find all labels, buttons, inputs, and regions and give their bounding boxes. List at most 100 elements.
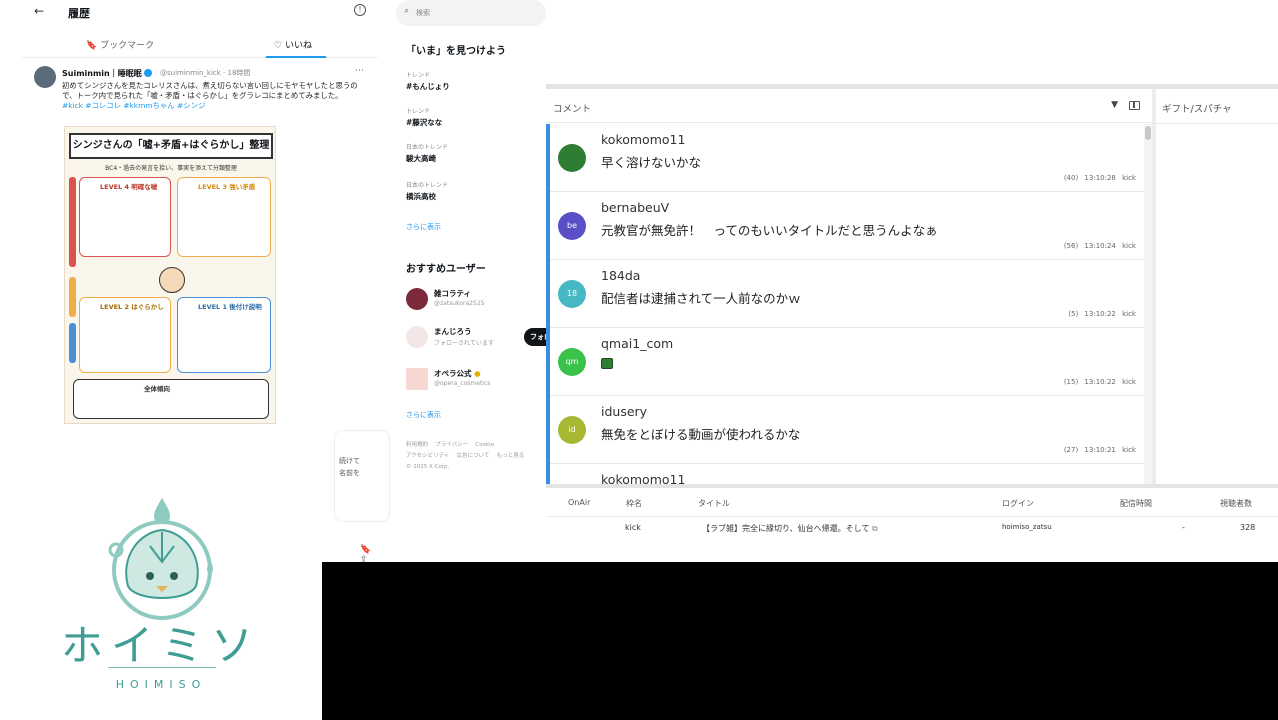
comment-user: bernabeuV [601, 200, 670, 215]
tab-bookmarks[interactable]: 🔖 ブックマーク [86, 38, 154, 51]
trend-item[interactable]: トレンド #藤沢なな [406, 106, 541, 128]
level-4-box: LEVEL 4 明確な嘘 [79, 177, 171, 257]
more-icon[interactable]: ⋯ [355, 66, 364, 76]
divider [1156, 123, 1278, 124]
level-2-box: LEVEL 2 はぐらかし [79, 297, 171, 373]
trends-title: 「いま」を見つけよう [406, 46, 506, 57]
comment-meta: (15) 13:10:22 kick [1063, 378, 1136, 386]
comment-user: idusery [601, 404, 648, 419]
recommended-user[interactable]: オペラ公式 ● @opera_cosmetics [406, 366, 546, 394]
trend-name: #もんじょり [406, 82, 450, 91]
footer-link[interactable]: もっと見る [497, 453, 525, 459]
copy-icon[interactable]: ⧉ [872, 524, 878, 533]
avatar[interactable] [406, 326, 428, 348]
emote-icon [601, 358, 613, 369]
hoimiso-logo: ホイミソ HOIMISO [0, 470, 322, 720]
search-input[interactable]: 検索 [416, 8, 430, 18]
logo-text-jp: ホイミソ [60, 621, 261, 670]
comment-item[interactable]: id idusery 無免をとぼける動画が使われるかな (27) 13:10:2… [550, 396, 1144, 464]
trend-name: #藤沢なな [406, 118, 443, 127]
comment-user: qmai1_com [601, 336, 674, 351]
column-header[interactable]: タイトル [698, 498, 730, 509]
trend-category: トレンド [406, 72, 431, 79]
comment-item[interactable]: kokomomo11 早く溶けないかな (40) 13:10:28 kick [550, 124, 1144, 192]
trend-name: 横浜高校 [406, 192, 436, 201]
column-header[interactable]: 枠名 [626, 498, 642, 509]
user-name: 雑コラティ [434, 289, 472, 298]
trend-item[interactable]: トレンド #もんじょり [406, 70, 541, 92]
bookmark-icon[interactable]: 🔖 [360, 545, 371, 555]
table-cell-login: hoimiso_zatsu [1002, 523, 1052, 531]
trend-category: トレンド [406, 108, 431, 115]
columns-icon[interactable] [1129, 101, 1140, 110]
tab-likes[interactable]: ♡ いいね [274, 38, 312, 51]
tweet-handle-time: @suiminmin_kick · 18時間 [160, 69, 251, 77]
search-box[interactable]: ⌕ 検索 [396, 0, 546, 26]
users-show-more-link[interactable]: さらに表示 [406, 410, 441, 420]
filter-icon[interactable]: ▼ [1111, 100, 1118, 110]
screen: ← 履歴 ! 🔖 ブックマーク ♡ いいね Suiminmin｜睡眠眠 @sui… [0, 0, 1278, 720]
footer-link[interactable]: アクセシビリティ [406, 453, 449, 459]
gift-panel: ギフト/スパチャ [1152, 89, 1278, 489]
trends-show-more-link[interactable]: さらに表示 [406, 222, 441, 232]
footer-link[interactable]: Cookie [475, 442, 494, 448]
avatar[interactable] [406, 368, 428, 390]
footer-link[interactable]: 広告について [457, 453, 490, 459]
arrow-left-icon[interactable]: ← [34, 4, 44, 18]
divider [546, 516, 1278, 517]
quoted-card[interactable]: 続けて 名前を [334, 430, 390, 522]
infographic-face-illustration [159, 267, 185, 293]
tweet-image-infographic[interactable]: シンジさんの「嘘+矛盾+はぐらかし」整理 BC4・過去の発言を拾い、事実を添えて… [64, 126, 276, 424]
footer-link[interactable]: 利用規約 [406, 442, 428, 448]
tweet-hashtags[interactable]: #kick #コレコレ #kkmmちゃん #シンジ [62, 101, 205, 110]
recommended-user[interactable]: まんじろう フォローされています フォロー [406, 324, 564, 352]
avatar[interactable] [34, 66, 56, 88]
column-header[interactable]: 配信時間 [1120, 498, 1152, 509]
comment-item[interactable]: 18 184da 配信者は逮捕されて一人前なのかｗ (5) 13:10:22 k… [550, 260, 1144, 328]
comment-header-title: コメント [553, 104, 592, 115]
trend-item[interactable]: 日本のトレンド 横浜高校 [406, 180, 541, 202]
trend-category: 日本のトレンド [406, 144, 449, 151]
comment-header: コメント ▼ [546, 89, 1152, 123]
comment-scrollbar[interactable] [1144, 124, 1152, 489]
user-name: まんじろう [434, 327, 472, 336]
recommended-user[interactable]: 雑コラティ @zatsukora2525 [406, 286, 546, 314]
tweet-text: 初めてシンジさんを見たコレリスさんは、煮え切らない言い回しにモヤモヤしたと思うの… [62, 81, 358, 110]
column-header[interactable]: OnAir [568, 498, 590, 507]
comment-item[interactable]: be bernabeuV 元教官が無免許！ ってのもいいタイトルだと思うんよなぁ… [550, 192, 1144, 260]
black-region [322, 562, 1278, 720]
table-cell-viewers: 328 [1240, 523, 1256, 532]
comment-item[interactable]: qm qmai1_com (15) 13:10:22 kick [550, 328, 1144, 396]
comment-emote [601, 356, 613, 371]
table-cell-duration: - [1182, 523, 1185, 532]
infographic-title: シンジさんの「嘘+矛盾+はぐらかし」整理 [69, 133, 273, 159]
logo-divider [108, 667, 216, 668]
level-arrow-red [69, 177, 76, 267]
logo-mascot-icon [108, 498, 213, 620]
column-header[interactable]: ログイン [1002, 498, 1034, 509]
trend-name: 駿大高崎 [406, 154, 436, 163]
recommended-users-title: おすすめユーザー [406, 264, 486, 275]
page-title: 履歴 [68, 7, 90, 20]
column-header[interactable]: 視聴者数 [1220, 498, 1252, 509]
scrollbar-thumb[interactable] [1145, 126, 1151, 140]
tweet-author[interactable]: Suiminmin｜睡眠眠 [62, 68, 152, 79]
user-handle: @opera_cosmetics [434, 380, 491, 387]
copyright: © 2025 X Corp. [406, 464, 450, 470]
comment-list[interactable]: kokomomo11 早く溶けないかな (40) 13:10:28 kick b… [546, 124, 1144, 489]
user-name: オペラ公式 ● [434, 369, 481, 378]
gift-header-title: ギフト/スパチャ [1162, 104, 1232, 115]
trend-item[interactable]: 日本のトレンド 駿大高崎 [406, 142, 541, 164]
level-arrow-orange [69, 277, 76, 317]
info-icon[interactable]: ! [354, 4, 366, 16]
avatar[interactable] [406, 288, 428, 310]
overall-trend-box: 全体傾向 [73, 379, 269, 419]
user-handle: フォローされています [434, 340, 494, 347]
comment-user: 184da [601, 268, 641, 283]
search-icon: ⌕ [404, 6, 410, 16]
comment-meta: (27) 13:10:21 kick [1063, 446, 1136, 454]
comment-text: 早く溶けないかな [601, 155, 702, 170]
footer-link[interactable]: プライバシー [435, 442, 468, 448]
table-cell-title: 【ラブ雑】完全に縁切り、仙台へ帰還。そして ⧉ [702, 524, 878, 533]
history-header: ← 履歴 ! [22, 0, 378, 26]
